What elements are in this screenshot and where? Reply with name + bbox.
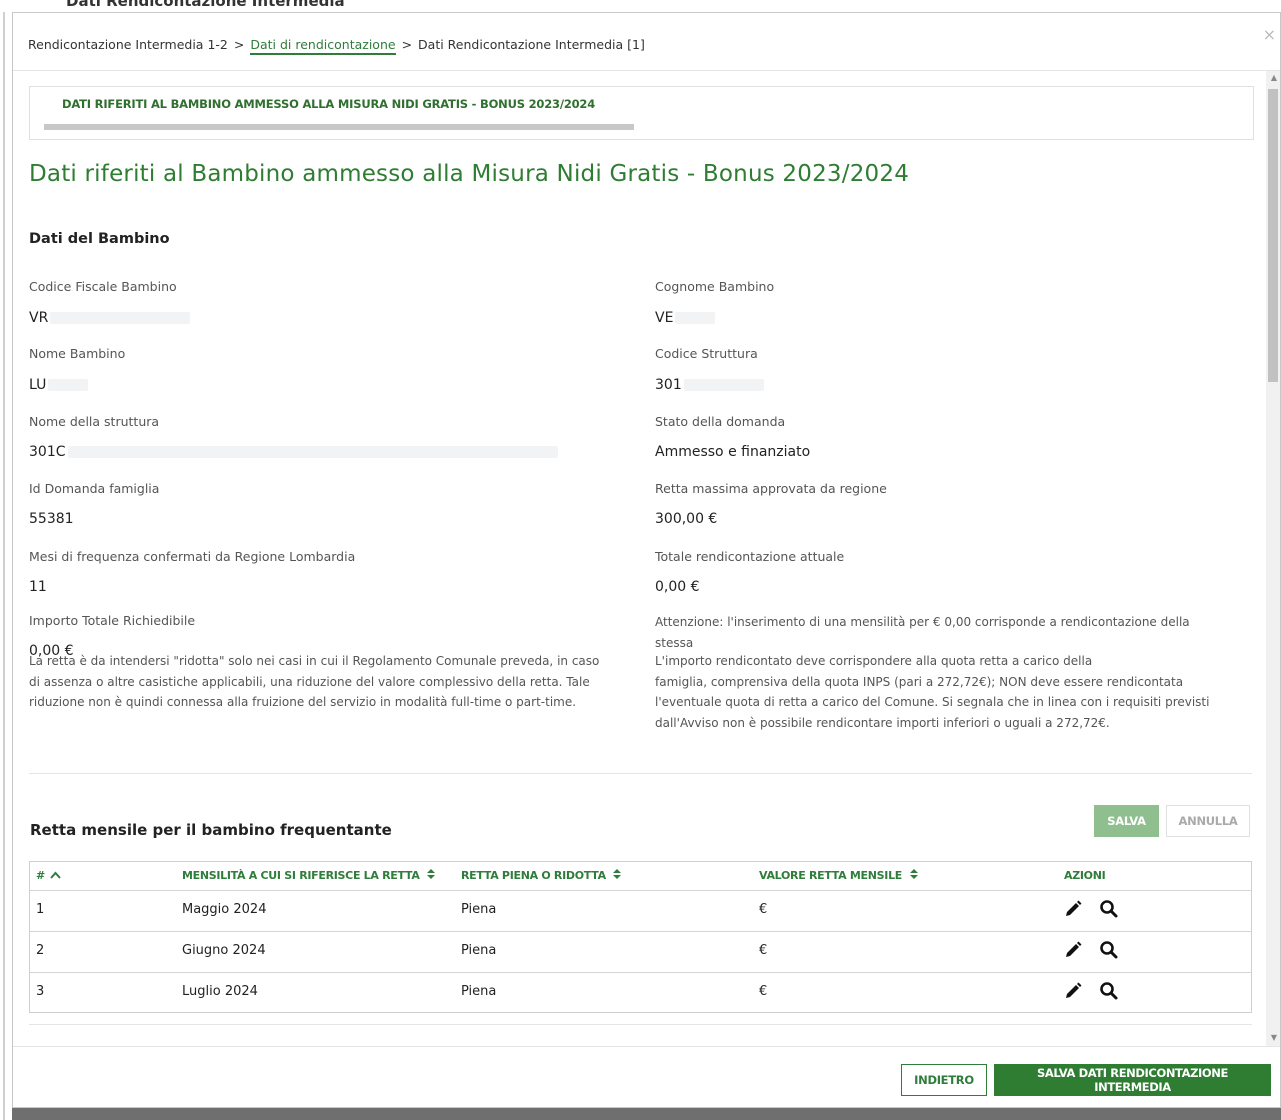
stato-domanda-label: Stato della domanda: [655, 414, 786, 429]
th-num[interactable]: #: [36, 869, 62, 882]
cognome-bambino-value: VE: [655, 310, 716, 326]
breadcrumb-item-current: Dati Rendicontazione Intermedia [1]: [418, 37, 645, 52]
cell-valore: €: [759, 943, 768, 958]
close-icon[interactable]: ×: [1263, 25, 1276, 44]
annulla-button[interactable]: ANNULLA: [1166, 805, 1250, 837]
section-tab-box: DATI RIFERITI AL BAMBINO AMMESSO ALLA MI…: [29, 86, 1254, 140]
importo-totale-label: Importo Totale Richiedibile: [29, 613, 196, 628]
table-bottom-divider: [29, 1024, 1252, 1025]
search-icon[interactable]: [1099, 981, 1119, 1001]
pencil-icon[interactable]: [1063, 940, 1083, 960]
th-retta[interactable]: RETTA PIENA O RIDOTTA: [461, 869, 622, 882]
subsection-title: Dati del Bambino: [29, 231, 170, 247]
nome-struttura-label: Nome della struttura: [29, 414, 160, 429]
id-domanda-label: Id Domanda famiglia: [29, 481, 160, 496]
sort-icon: [909, 869, 918, 879]
rette-table: # MENSILITÀ A CUI SI RIFERISCE LA RETTA …: [29, 861, 1252, 1013]
salva-dati-rendicontazione-button[interactable]: SALVA DATI RENDICONTAZIONE INTERMEDIA: [994, 1064, 1271, 1096]
codice-struttura-label: Codice Struttura: [655, 346, 758, 361]
totale-rendicontazione-label: Totale rendicontazione attuale: [655, 549, 845, 564]
cell-retta: Piena: [461, 902, 497, 917]
breadcrumb: Rendicontazione Intermedia 1-2 > Dati di r…: [28, 37, 645, 55]
importo-note: L'importo rendicontato deve corrisponder…: [655, 651, 1235, 733]
background-page-title: Dati Rendicontazione Intermedia: [66, 0, 345, 10]
codice-fiscale-value: VR: [29, 310, 191, 326]
th-azioni: AZIONI: [1064, 869, 1106, 882]
scrollbar-thumb[interactable]: [1268, 89, 1278, 382]
cell-mensilita: Luglio 2024: [182, 984, 258, 999]
table-row: 3 Luglio 2024 Piena €: [30, 972, 1251, 1013]
breadcrumb-item-dati-rendicontazione[interactable]: Dati di rendicontazione: [250, 37, 396, 55]
table-row: 1 Maggio 2024 Piena €: [30, 890, 1251, 931]
section-tab-scrollbar[interactable]: [44, 124, 634, 130]
mesi-frequenza-value: 11: [29, 579, 47, 595]
modal-dialog: Rendicontazione Intermedia 1-2 > Dati di r…: [12, 12, 1281, 1108]
footer-divider: [13, 1046, 1280, 1047]
modal-body: DATI RIFERITI AL BAMBINO AMMESSO ALLA MI…: [13, 71, 1264, 1047]
section-divider: [29, 773, 1252, 774]
table-header: # MENSILITÀ A CUI SI RIFERISCE LA RETTA …: [30, 862, 1251, 890]
pencil-icon[interactable]: [1063, 981, 1083, 1001]
note-line: di assenza o altre casistiche applicabil…: [29, 674, 590, 689]
totale-rendicontazione-value: 0,00 €: [655, 579, 700, 595]
codice-struttura-value: 301: [655, 377, 764, 393]
sort-icon: [613, 869, 622, 879]
attenzione-note: Attenzione: l'inserimento di una mensili…: [655, 612, 1215, 653]
id-domanda-value: 55381: [29, 511, 74, 527]
section-tab-label[interactable]: DATI RIFERITI AL BAMBINO AMMESSO ALLA MI…: [62, 97, 595, 111]
background-left-bar: [0, 0, 12, 1120]
note-line: L'importo rendicontato deve corrisponder…: [655, 654, 1093, 668]
sort-icon: [427, 869, 436, 879]
search-icon[interactable]: [1099, 899, 1119, 919]
note-line: l'eventuale quota di retta a carico del …: [655, 695, 1210, 709]
modal-scrollbar[interactable]: ▲ ▼: [1266, 71, 1280, 1047]
cell-mensilita: Giugno 2024: [182, 943, 266, 958]
cell-retta: Piena: [461, 984, 497, 999]
note-line: stessa: [655, 635, 694, 650]
note-line: famiglia, comprensiva della quota INPS (…: [655, 674, 1184, 689]
nome-struttura-value: 301C: [29, 444, 558, 460]
cell-valore: €: [759, 902, 768, 917]
nome-bambino-value: LU: [29, 377, 89, 393]
mesi-frequenza-label: Mesi di frequenza confermati da Regione …: [29, 549, 356, 564]
modal-header: Rendicontazione Intermedia 1-2 > Dati di r…: [13, 13, 1280, 71]
th-valore[interactable]: VALORE RETTA MENSILE: [759, 869, 918, 882]
note-line: dall'Avviso non è possibile rendicontare…: [655, 715, 1110, 730]
table-row: 2 Giugno 2024 Piena €: [30, 931, 1251, 972]
note-line: riduzione non è quindi connessa alla fru…: [29, 695, 577, 709]
nome-bambino-label: Nome Bambino: [29, 346, 126, 361]
cell-valore: €: [759, 984, 768, 999]
cell-num: 1: [36, 902, 45, 917]
table-section-title: Retta mensile per il bambino frequentant…: [30, 821, 392, 839]
indietro-button[interactable]: INDIETRO: [901, 1064, 987, 1096]
stato-domanda-value: Ammesso e finanziato: [655, 444, 811, 460]
retta-massima-label: Retta massima approvata da regione: [655, 481, 887, 496]
note-line: Attenzione: l'inserimento di una mensili…: [655, 615, 1190, 629]
codice-fiscale-label: Codice Fiscale Bambino: [29, 279, 177, 294]
cell-mensilita: Maggio 2024: [182, 902, 267, 917]
note-line: La retta è da intendersi "ridotta" solo …: [29, 654, 600, 668]
scroll-up-icon[interactable]: ▲: [1271, 73, 1277, 82]
cell-retta: Piena: [461, 943, 497, 958]
scroll-down-icon[interactable]: ▼: [1271, 1033, 1277, 1042]
ridotta-note: La retta è da intendersi "ridotta" solo …: [29, 651, 629, 713]
breadcrumb-item-rendicontazione[interactable]: Rendicontazione Intermedia 1-2: [28, 37, 228, 52]
breadcrumb-separator: >: [233, 37, 245, 52]
pencil-icon[interactable]: [1063, 899, 1083, 919]
th-mensilita[interactable]: MENSILITÀ A CUI SI RIFERISCE LA RETTA: [182, 869, 436, 882]
cell-num: 2: [36, 943, 45, 958]
search-icon[interactable]: [1099, 940, 1119, 960]
salva-button[interactable]: SALVA: [1094, 805, 1159, 837]
cell-num: 3: [36, 984, 45, 999]
breadcrumb-separator: >: [401, 37, 413, 52]
cognome-bambino-label: Cognome Bambino: [655, 279, 775, 294]
retta-massima-value: 300,00 €: [655, 511, 718, 527]
background-page-strip: Dati Rendicontazione Intermedia: [0, 0, 1281, 12]
sort-asc-icon: [50, 871, 62, 879]
page-title: Dati riferiti al Bambino ammesso alla Mi…: [29, 161, 910, 187]
